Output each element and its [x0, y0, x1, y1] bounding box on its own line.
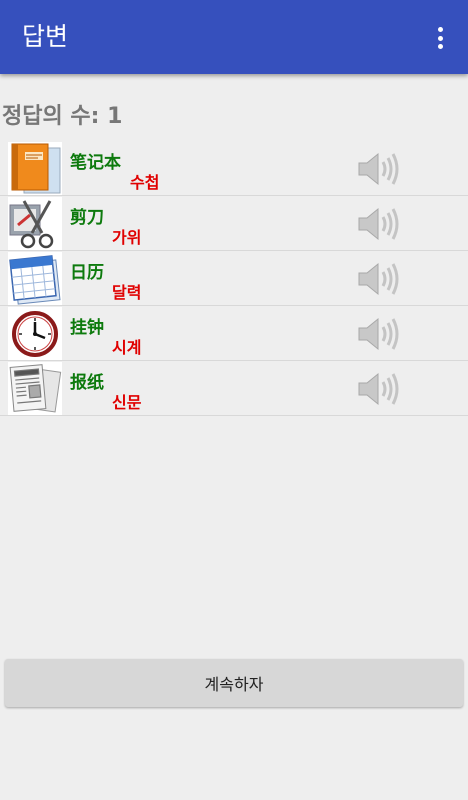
- korean-word: 가위: [112, 228, 142, 247]
- notebook-icon: [8, 142, 62, 195]
- chinese-word: 日历: [70, 263, 104, 283]
- newspaper-icon: [8, 362, 62, 415]
- chinese-word: 笔记本: [70, 153, 121, 173]
- list-item[interactable]: 日历 달력: [0, 251, 468, 306]
- continue-button[interactable]: 계속하자: [5, 659, 463, 707]
- chinese-word: 剪刀: [70, 208, 104, 228]
- score-text: 정답의 수: 1: [2, 104, 123, 129]
- speaker-icon[interactable]: [356, 150, 400, 188]
- list-item[interactable]: 笔记本 수첩: [0, 141, 468, 196]
- chinese-word: 报纸: [70, 373, 104, 393]
- calendar-icon: [8, 252, 62, 305]
- korean-word: 신문: [112, 393, 142, 412]
- app-bar: 답변: [0, 0, 468, 74]
- korean-word: 수첩: [130, 173, 160, 192]
- speaker-icon[interactable]: [356, 370, 400, 408]
- more-vert-icon[interactable]: [434, 24, 446, 52]
- korean-word: 시계: [112, 338, 142, 357]
- speaker-icon[interactable]: [356, 205, 400, 243]
- speaker-icon[interactable]: [356, 315, 400, 353]
- chinese-word: 挂钟: [70, 318, 104, 338]
- list-item[interactable]: 报纸 신문: [0, 361, 468, 416]
- scissors-icon: [8, 197, 62, 250]
- app-title: 답변: [22, 22, 69, 51]
- list-item[interactable]: 挂钟 시계: [0, 306, 468, 361]
- answer-list: 笔记本 수첩 剪刀 가위 日历 달력 挂钟 시계 报纸 신문: [0, 141, 468, 416]
- speaker-icon[interactable]: [356, 260, 400, 298]
- korean-word: 달력: [112, 283, 142, 302]
- list-item[interactable]: 剪刀 가위: [0, 196, 468, 251]
- wall-clock-icon: [8, 307, 62, 360]
